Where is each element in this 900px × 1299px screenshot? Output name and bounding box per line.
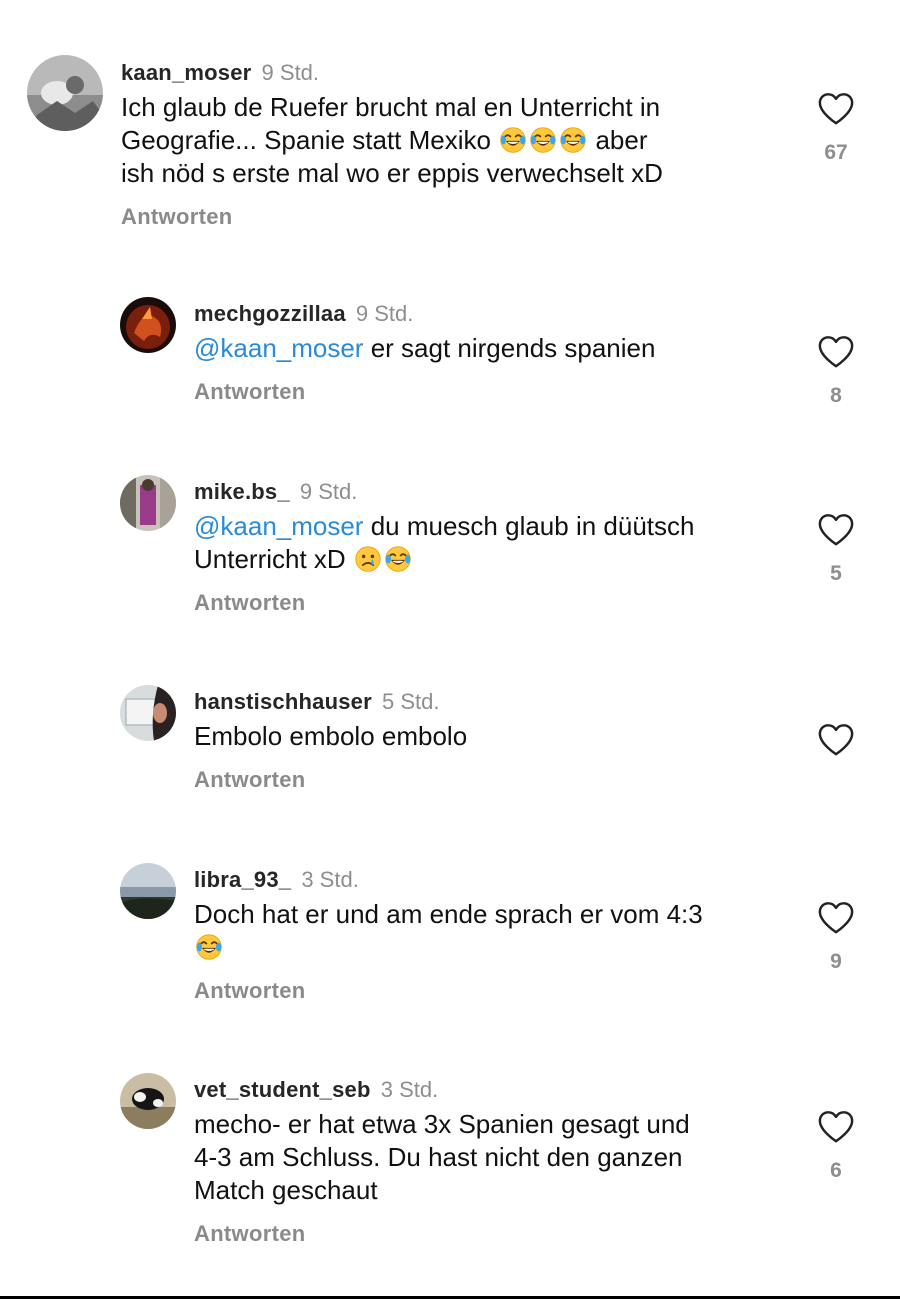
avatar[interactable] xyxy=(120,863,176,919)
username[interactable]: libra_93_ xyxy=(194,867,291,892)
username[interactable]: mechgozzillaa xyxy=(194,301,346,326)
comment-body: mike.bs_ 9 Std. @kaan_moser du muesch gl… xyxy=(194,478,790,616)
comment-text-segment: aber xyxy=(595,125,648,155)
comment-text-line: Ich glaub de Ruefer brucht mal en Unterr… xyxy=(121,92,661,122)
like-control: 6 xyxy=(810,1109,862,1183)
like-control: 5 xyxy=(810,512,862,586)
reply-button[interactable]: Antworten xyxy=(194,379,305,405)
comment-text-line: @kaan_moser du muesch glaub in düütsch xyxy=(194,510,790,543)
comment-text-line: Geografie... Spanie statt Mexiko aber xyxy=(121,124,790,157)
reply-button[interactable]: Antworten xyxy=(194,590,305,616)
timestamp: 3 Std. xyxy=(301,867,359,892)
face-with-tears-of-joy-icon xyxy=(559,126,587,154)
username[interactable]: mike.bs_ xyxy=(194,479,290,504)
avatar[interactable] xyxy=(27,55,103,131)
comment-text: mecho- er hat etwa 3x Spanien gesagt und… xyxy=(194,1108,790,1207)
like-count: 8 xyxy=(830,384,842,407)
timestamp: 9 Std. xyxy=(355,301,414,326)
comment-meta: libra_93_ 3 Std. xyxy=(194,866,790,894)
face-with-tears-of-joy-icon xyxy=(529,126,557,154)
avatar[interactable] xyxy=(120,297,176,353)
timestamp: 9 Std. xyxy=(261,60,320,85)
username[interactable]: vet_student_seb xyxy=(194,1077,371,1102)
comment-text: Ich glaub de Ruefer brucht mal en Unterr… xyxy=(121,91,790,190)
comment-text-segment: Unterricht xD xyxy=(194,544,346,574)
comment-text-line xyxy=(194,931,790,964)
comment-meta: vet_student_seb 3 Std. xyxy=(194,1076,790,1104)
comment-meta: kaan_moser 9 Std. xyxy=(121,59,790,87)
like-control: 8 xyxy=(810,334,862,408)
heart-outline-icon[interactable] xyxy=(817,334,855,370)
like-count: 9 xyxy=(830,950,842,973)
timestamp: 3 Std. xyxy=(380,1077,439,1102)
face-with-tears-of-joy-icon xyxy=(195,933,223,961)
like-count: 6 xyxy=(830,1159,842,1182)
heart-outline-icon[interactable] xyxy=(817,900,855,936)
crying-face-icon xyxy=(354,545,382,573)
comment-text-line: mecho- er hat etwa 3x Spanien gesagt und xyxy=(194,1109,690,1139)
comment-body: vet_student_seb 3 Std. mecho- er hat etw… xyxy=(194,1076,790,1247)
comment-text-segment: Geografie... Spanie statt Mexiko xyxy=(121,125,491,155)
avatar[interactable] xyxy=(120,1073,176,1129)
comment-text-line: Match geschaut xyxy=(194,1175,378,1205)
avatar[interactable] xyxy=(120,685,176,741)
comment-text-line: Unterricht xD xyxy=(194,543,790,576)
heart-outline-icon[interactable] xyxy=(817,722,855,758)
heart-outline-icon[interactable] xyxy=(817,1109,855,1145)
mention-link[interactable]: @kaan_moser xyxy=(194,333,363,363)
comment-meta: hanstischhauser 5 Std. xyxy=(194,688,790,716)
comments-list: kaan_moser 9 Std. Ich glaub de Ruefer br… xyxy=(0,0,900,1299)
comment-meta: mechgozzillaa 9 Std. xyxy=(194,300,790,328)
username[interactable]: hanstischhauser xyxy=(194,689,372,714)
comment-text-segment: du muesch glaub in düütsch xyxy=(363,511,695,541)
timestamp: 9 Std. xyxy=(299,479,358,504)
comment-body: mechgozzillaa 9 Std. @kaan_moser er sagt… xyxy=(194,300,790,405)
comment-text-line: Doch hat er und am ende sprach er vom 4:… xyxy=(194,899,703,929)
face-with-tears-of-joy-icon xyxy=(384,545,412,573)
timestamp: 5 Std. xyxy=(381,689,440,714)
mention-link[interactable]: @kaan_moser xyxy=(194,511,363,541)
comment-text: @kaan_moser er sagt nirgends spanien xyxy=(194,332,790,365)
reply-button[interactable]: Antworten xyxy=(121,204,232,230)
comment-body: kaan_moser 9 Std. Ich glaub de Ruefer br… xyxy=(121,59,790,230)
comment-text-line: 4-3 am Schluss. Du hast nicht den ganzen xyxy=(194,1142,683,1172)
like-count: 5 xyxy=(830,562,842,585)
comment-body: hanstischhauser 5 Std. Embolo embolo emb… xyxy=(194,688,790,793)
comment-body: libra_93_ 3 Std. Doch hat er und am ende… xyxy=(194,866,790,1004)
like-control xyxy=(810,722,862,758)
comment-text: @kaan_moser du muesch glaub in düütsch U… xyxy=(194,510,790,576)
comment-text-line: ish nöd s erste mal wo er eppis verwechs… xyxy=(121,158,663,188)
like-control: 9 xyxy=(810,900,862,974)
avatar[interactable] xyxy=(120,475,176,531)
reply-button[interactable]: Antworten xyxy=(194,1221,305,1247)
comment-meta: mike.bs_ 9 Std. xyxy=(194,478,790,506)
like-count: 67 xyxy=(824,141,848,164)
comment-text: Embolo embolo embolo xyxy=(194,721,468,751)
like-control: 67 xyxy=(810,91,862,165)
reply-button[interactable]: Antworten xyxy=(194,978,305,1004)
username[interactable]: kaan_moser xyxy=(121,60,251,85)
comment-text-segment: er sagt nirgends spanien xyxy=(363,333,656,363)
comment-text: Doch hat er und am ende sprach er vom 4:… xyxy=(194,898,790,964)
heart-outline-icon[interactable] xyxy=(817,512,855,548)
reply-button[interactable]: Antworten xyxy=(194,767,305,793)
face-with-tears-of-joy-icon xyxy=(499,126,527,154)
heart-outline-icon[interactable] xyxy=(817,91,855,127)
